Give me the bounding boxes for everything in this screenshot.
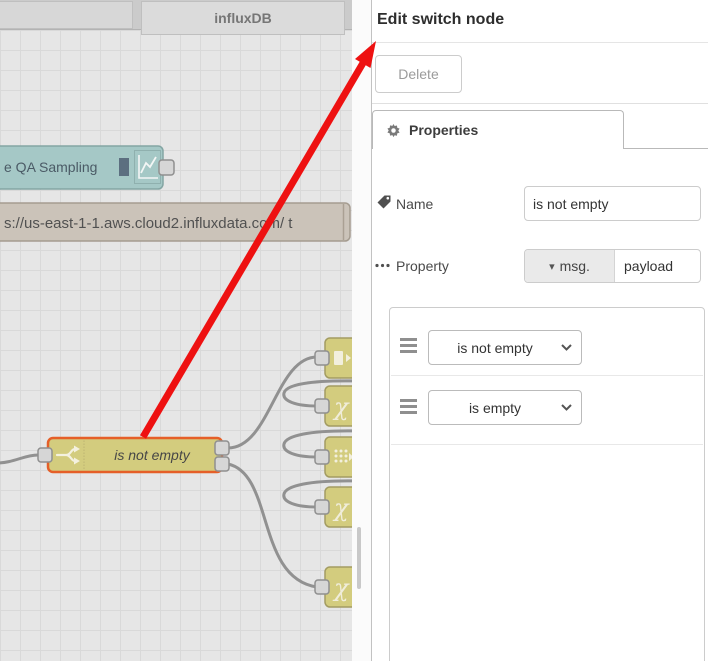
workspace-tab-label: influxDB xyxy=(214,10,272,26)
drag-handle-icon[interactable] xyxy=(400,338,417,356)
workspace-tab-1[interactable] xyxy=(0,1,133,29)
node-influx-url[interactable]: s://us-east-1-1.aws.cloud2.influxdata.co… xyxy=(0,202,351,242)
chevron-down-icon xyxy=(561,404,572,411)
title-separator xyxy=(372,42,708,43)
property-value[interactable]: payload xyxy=(615,250,700,282)
delete-button[interactable]: Delete xyxy=(375,55,462,93)
chi-icon: χ xyxy=(332,494,350,522)
clipped-node-3-port[interactable] xyxy=(314,449,330,465)
clipped-node-1-port[interactable] xyxy=(314,350,330,366)
tabbar-bottom-border xyxy=(624,148,708,149)
name-label: Name xyxy=(396,196,434,212)
chi-icon: χ xyxy=(332,393,350,421)
tag-icon xyxy=(377,195,391,209)
switch-output-port-2[interactable] xyxy=(214,456,230,472)
property-typed-input[interactable]: ▾ msg. payload xyxy=(524,249,701,283)
rule-operator-select-2[interactable]: is empty xyxy=(428,390,582,425)
property-type-label: msg. xyxy=(559,258,590,274)
tab-properties-label: Properties xyxy=(409,122,479,138)
node-switch-selected[interactable]: is not empty xyxy=(37,436,230,474)
edit-switch-node-panel: Edit switch node Delete Properties Name … xyxy=(371,0,708,661)
switch-output-port-1[interactable] xyxy=(214,440,230,456)
flow-canvas[interactable]: influxDB e QA Sampling s://us-east-1-1.a… xyxy=(0,0,352,661)
workspace-tabbar: influxDB xyxy=(0,0,352,35)
clipped-nodes[interactable]: χ χ χ xyxy=(314,337,352,608)
property-label: Property xyxy=(396,258,449,274)
qa-node-label: e QA Sampling xyxy=(4,159,97,175)
canvas-scrollbar-thumb[interactable] xyxy=(357,527,361,589)
panel-title: Edit switch node xyxy=(377,11,505,28)
chevron-down-icon xyxy=(561,344,572,351)
rules-container: is not empty is empty xyxy=(389,307,705,661)
chi-icon: χ xyxy=(332,574,350,602)
switch-node-label: is not empty xyxy=(114,447,190,463)
property-type-button[interactable]: ▾ msg. xyxy=(525,250,615,282)
rule-separator xyxy=(391,375,703,376)
tab-properties[interactable]: Properties xyxy=(372,110,624,149)
rule-operator-label: is empty xyxy=(468,399,522,416)
flow-graph: e QA Sampling s://us-east-1-1.aws.cloud2… xyxy=(0,145,352,608)
rule-separator xyxy=(391,444,703,445)
canvas-scrollbar-gutter xyxy=(352,0,371,661)
rule-operator-select-1[interactable]: is not empty xyxy=(428,330,582,365)
qa-node-output-port[interactable] xyxy=(158,159,175,176)
gear-icon xyxy=(387,123,400,137)
node-qa-sampling[interactable]: e QA Sampling xyxy=(0,145,175,190)
clipped-node-4-port[interactable] xyxy=(314,499,330,515)
chevron-down-icon: ▾ xyxy=(549,260,555,273)
drag-handle-icon[interactable] xyxy=(400,399,417,417)
clipped-node-5-port[interactable] xyxy=(314,579,330,595)
qa-node-badge xyxy=(119,158,129,176)
node-red-editor: influxDB e QA Sampling s://us-east-1-1.a… xyxy=(0,0,708,661)
clipped-node-2-port[interactable] xyxy=(314,398,330,414)
name-input[interactable] xyxy=(524,186,701,221)
toolbar-separator xyxy=(372,103,708,104)
switch-input-port[interactable] xyxy=(37,447,53,463)
rule-operator-label: is not empty xyxy=(457,339,533,356)
ellipsis-icon xyxy=(375,263,390,268)
influx-url-label: s://us-east-1-1.aws.cloud2.influxdata.co… xyxy=(4,215,293,232)
workspace-tab-influxdb[interactable]: influxDB xyxy=(141,1,345,35)
wire-into-switch[interactable] xyxy=(0,453,40,465)
